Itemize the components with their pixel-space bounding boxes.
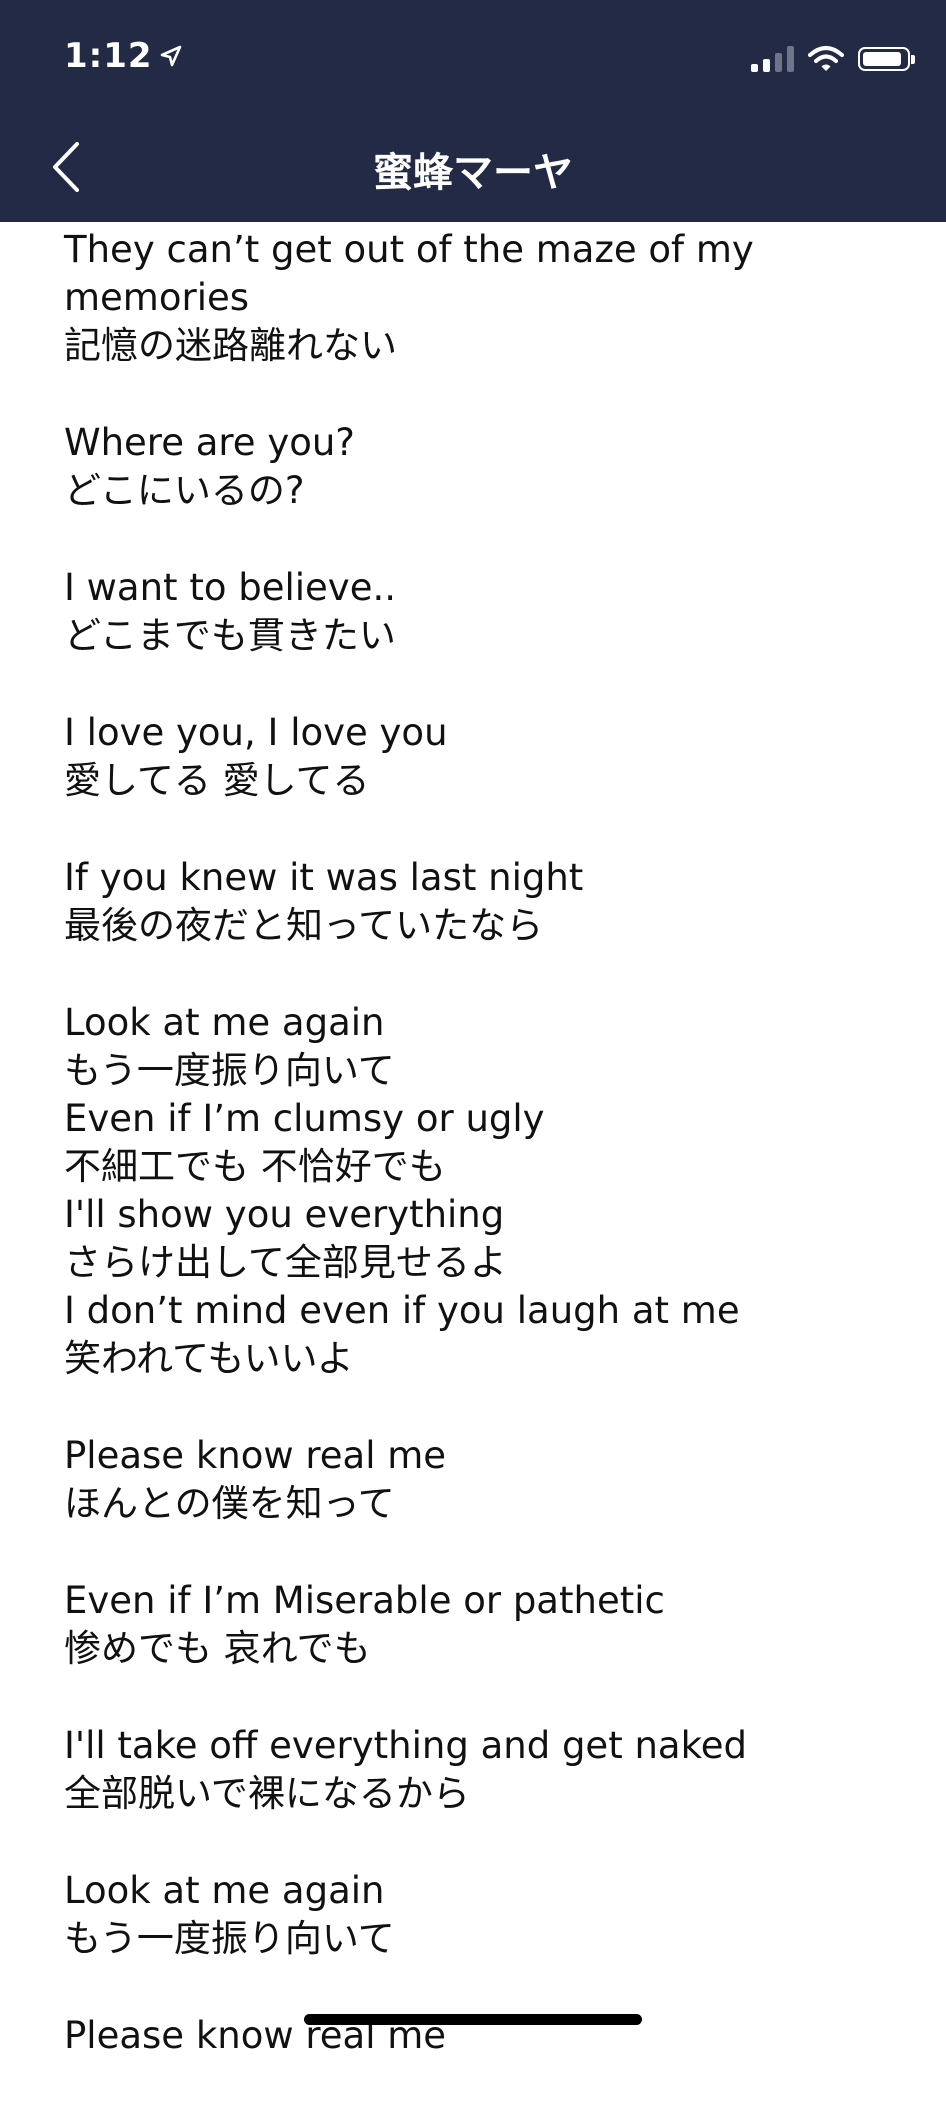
lyric-line: I'll show you everything (64, 1193, 505, 1236)
lyrics-stanza: Where are you? どこにいるの? (64, 419, 906, 515)
lyric-line: Even if I’m Miserable or pathetic (64, 1579, 665, 1622)
lyrics-stanza: I love you, I love you 愛してる 愛してる (64, 709, 906, 805)
location-arrow-icon (160, 45, 181, 67)
lyric-line: 愛してる 愛してる (64, 759, 370, 802)
lyric-line: さらけ出して全部見せるよ (64, 1241, 507, 1284)
lyric-line: 惨めでも 哀れでも (64, 1627, 371, 1670)
lyric-line: もう一度振り向いて (64, 1917, 395, 1960)
lyric-line: They can’t get out of the maze of my (64, 228, 754, 271)
status-bar-time: 1:12 (64, 36, 183, 76)
lyric-line: 全部脱いで裸になるから (64, 1772, 470, 1815)
lyric-line: Even if I’m clumsy or ugly (64, 1097, 545, 1140)
lyric-line: 不細工でも 不恰好でも (64, 1145, 446, 1188)
cellular-signal-icon (751, 46, 794, 72)
home-indicator[interactable] (304, 2014, 642, 2025)
lyric-line: I want to believe.. (64, 566, 396, 609)
lyric-line: memories (64, 276, 250, 319)
lyrics-stanza: Please know real me ほんとの僕を知って (64, 1432, 906, 1528)
wifi-icon (808, 46, 844, 71)
lyric-line: 笑われてもいいよ (64, 1337, 354, 1380)
lyrics-stanza: They can’t get out of the maze of my mem… (64, 226, 906, 370)
lyric-line: I'll take off everything and get naked (64, 1724, 747, 1767)
lyrics-stanza: Even if I’m Miserable or pathetic 惨めでも 哀… (64, 1577, 906, 1673)
lyric-line: どこにいるの? (64, 469, 305, 512)
lyric-line: Please know real me (64, 1434, 447, 1477)
lyric-line: 最後の夜だと知っていたなら (64, 904, 544, 947)
lyric-line: 記憶の迷路離れない (64, 324, 397, 367)
lyric-line: どこまでも貫きたい (64, 614, 396, 657)
nav-header: 1:12 蜜蜂マーヤ (0, 0, 946, 222)
lyric-line: Look at me again (64, 1869, 385, 1912)
lyrics-stanza: I'll take off everything and get naked 全… (64, 1722, 906, 1818)
lyric-line: Where are you? (64, 421, 355, 464)
lyrics-stanza: Look at me again もう一度振り向いて (64, 1867, 906, 1963)
battery-icon (858, 47, 915, 71)
lyrics-stanza: I want to believe.. どこまでも貫きたい (64, 564, 906, 660)
lyrics-stanza: If you knew it was last night 最後の夜だと知ってい… (64, 854, 906, 950)
status-time-text: 1:12 (64, 36, 153, 76)
lyric-line: If you knew it was last night (64, 856, 584, 899)
lyric-line: I love you, I love you (64, 711, 448, 754)
lyrics-stanza: Look at me again もう一度振り向いて Even if I’m c… (64, 999, 906, 1383)
lyrics-content: They can’t get out of the maze of my mem… (64, 226, 906, 2109)
page-title: 蜜蜂マーヤ (373, 150, 573, 196)
lyric-line: I don’t mind even if you laugh at me (64, 1289, 740, 1332)
lyric-line: ほんとの僕を知って (64, 1482, 395, 1525)
status-bar-indicators (751, 44, 915, 74)
lyric-line: Look at me again (64, 1001, 385, 1044)
lyric-line: もう一度振り向いて (64, 1049, 395, 1092)
